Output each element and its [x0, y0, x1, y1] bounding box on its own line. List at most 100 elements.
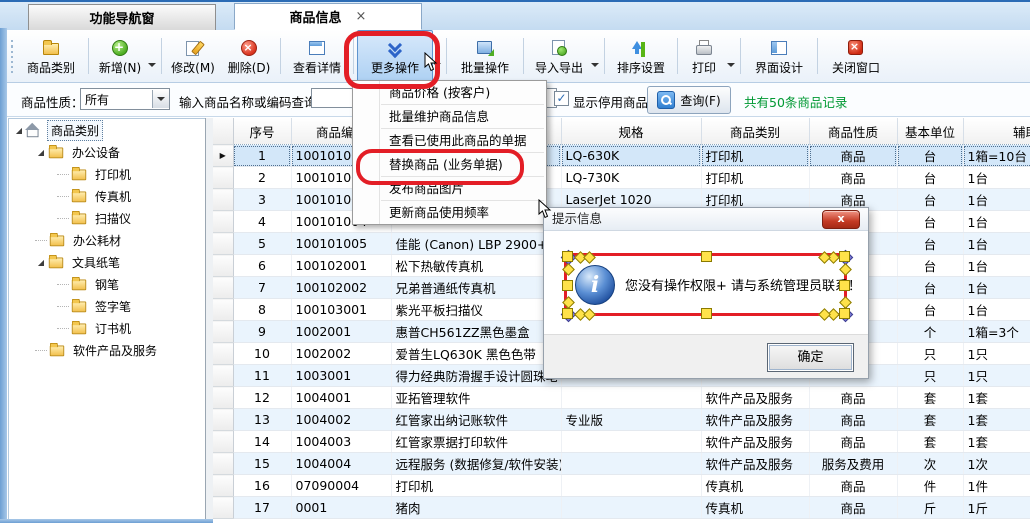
- row-selector-cell[interactable]: [213, 277, 233, 299]
- marquee-handle[interactable]: [839, 308, 850, 319]
- tree-expand-icon[interactable]: ◢: [35, 148, 47, 157]
- row-selector-cell[interactable]: [213, 387, 233, 409]
- tree-expand-icon[interactable]: ◢: [13, 126, 25, 135]
- table-cell[interactable]: 台: [897, 189, 963, 211]
- row-selector-cell[interactable]: [213, 497, 233, 519]
- table-cell[interactable]: 商品: [809, 167, 897, 189]
- dropdown-caret-icon[interactable]: [591, 63, 599, 67]
- chevron-down-icon[interactable]: [152, 90, 169, 108]
- table-cell[interactable]: 1套: [963, 387, 1030, 409]
- tree-item-钢笔[interactable]: 钢笔: [9, 273, 206, 295]
- table-cell[interactable]: 1只: [963, 343, 1030, 365]
- table-cell[interactable]: 1套: [963, 409, 1030, 431]
- table-cell[interactable]: 1003001: [291, 365, 391, 387]
- row-selector-cell[interactable]: [213, 299, 233, 321]
- row-selector-cell[interactable]: [213, 365, 233, 387]
- tree-item-文具纸笔[interactable]: ◢文具纸笔: [9, 251, 206, 273]
- table-cell[interactable]: 6: [233, 255, 291, 277]
- table-cell[interactable]: 07090004: [291, 475, 391, 497]
- table-cell[interactable]: 商品: [809, 497, 897, 519]
- marquee-handle[interactable]: [701, 251, 712, 262]
- row-selector-cell[interactable]: [213, 167, 233, 189]
- toolbar-button-12[interactable]: 关闭窗口: [821, 30, 891, 82]
- marquee-handle[interactable]: [839, 251, 850, 262]
- table-cell[interactable]: 1台: [963, 189, 1030, 211]
- tree-item-签字笔[interactable]: 签字笔: [9, 295, 206, 317]
- marquee-handle[interactable]: [701, 308, 712, 319]
- show-disabled-checkbox[interactable]: ✓: [554, 91, 569, 106]
- table-cell[interactable]: 1只: [963, 365, 1030, 387]
- marquee-handle[interactable]: [562, 308, 573, 319]
- table-cell[interactable]: 红管家出纳记账软件: [391, 409, 561, 431]
- table-cell[interactable]: 软件产品及服务: [701, 453, 809, 475]
- column-header-5[interactable]: 商品类别: [701, 118, 809, 145]
- toolbar-button-6[interactable]: 更多操作: [357, 30, 433, 82]
- table-row[interactable]: 2100101002LQ-730K打印机商品台1台: [213, 167, 1030, 189]
- column-header-4[interactable]: 规格: [561, 118, 701, 145]
- table-cell[interactable]: 服务及费用: [809, 453, 897, 475]
- table-cell[interactable]: 1004001: [291, 387, 391, 409]
- table-cell[interactable]: 8: [233, 299, 291, 321]
- table-cell[interactable]: 商品: [809, 145, 897, 167]
- table-cell[interactable]: 软件产品及服务: [701, 409, 809, 431]
- marquee-handle[interactable]: [562, 280, 573, 291]
- table-cell[interactable]: [561, 387, 701, 409]
- table-cell[interactable]: 2: [233, 167, 291, 189]
- table-cell[interactable]: 只: [897, 365, 963, 387]
- table-cell[interactable]: 佳能 (Canon) LBP 2900+ 黑: [391, 233, 561, 255]
- table-cell[interactable]: [561, 475, 701, 497]
- table-cell[interactable]: 1台: [963, 277, 1030, 299]
- query-button[interactable]: 查询(F): [647, 86, 731, 114]
- ok-button[interactable]: 确定: [767, 343, 854, 372]
- table-cell[interactable]: 5: [233, 233, 291, 255]
- toolbar-button-3[interactable]: 修改(M): [165, 30, 221, 82]
- table-cell[interactable]: [561, 453, 701, 475]
- table-cell[interactable]: 台: [897, 233, 963, 255]
- table-cell[interactable]: 红管家票据打印软件: [391, 431, 561, 453]
- toolbar-button-5[interactable]: 查看详情: [284, 30, 350, 82]
- table-cell[interactable]: 1: [233, 145, 291, 167]
- table-cell[interactable]: 软件产品及服务: [701, 431, 809, 453]
- tree-item-办公设备[interactable]: ◢办公设备: [9, 141, 206, 163]
- row-selector-cell[interactable]: [213, 431, 233, 453]
- table-cell[interactable]: 1箱=10台: [963, 145, 1030, 167]
- column-header-7[interactable]: 基本单位: [897, 118, 963, 145]
- table-cell[interactable]: 1002002: [291, 343, 391, 365]
- table-cell[interactable]: 11: [233, 365, 291, 387]
- row-selector-cell[interactable]: [213, 211, 233, 233]
- table-cell[interactable]: 13: [233, 409, 291, 431]
- table-cell[interactable]: 只: [897, 343, 963, 365]
- table-cell[interactable]: 1台: [963, 255, 1030, 277]
- table-cell[interactable]: 套: [897, 431, 963, 453]
- table-row[interactable]: 131004002红管家出纳记账软件专业版软件产品及服务商品套1套: [213, 409, 1030, 431]
- table-cell[interactable]: 商品: [809, 387, 897, 409]
- table-cell[interactable]: 15: [233, 453, 291, 475]
- toolbar-button-4[interactable]: 删除(D): [221, 30, 277, 82]
- toolbar-button-2[interactable]: 新增(N): [92, 30, 148, 82]
- table-cell[interactable]: 17: [233, 497, 291, 519]
- row-selector-cell[interactable]: [213, 409, 233, 431]
- table-row[interactable]: 1607090004打印机传真机商品件1件: [213, 475, 1030, 497]
- table-cell[interactable]: LQ-730K: [561, 167, 701, 189]
- table-cell[interactable]: 100103001: [291, 299, 391, 321]
- table-cell[interactable]: 传真机: [701, 475, 809, 497]
- tree-item-办公耗材[interactable]: 办公耗材: [9, 229, 206, 251]
- table-cell[interactable]: 1件: [963, 475, 1030, 497]
- table-cell[interactable]: 台: [897, 299, 963, 321]
- table-cell[interactable]: 1002001: [291, 321, 391, 343]
- table-cell[interactable]: [561, 497, 701, 519]
- tree-item-订书机[interactable]: 订书机: [9, 317, 206, 339]
- table-cell[interactable]: 16: [233, 475, 291, 497]
- row-selector-cell[interactable]: [213, 475, 233, 497]
- table-cell[interactable]: 7: [233, 277, 291, 299]
- dropdown-caret-icon[interactable]: [148, 63, 156, 67]
- column-header-8[interactable]: 辅助单位: [963, 118, 1030, 145]
- marquee-handle[interactable]: [562, 251, 573, 262]
- column-header-1[interactable]: 序号: [233, 118, 291, 145]
- table-cell[interactable]: 亚拓管理软件: [391, 387, 561, 409]
- table-cell[interactable]: 爱普生LQ630K 黑色色带: [391, 343, 561, 365]
- toolbar-button-7[interactable]: 批量操作: [450, 30, 520, 82]
- table-cell[interactable]: 打印机: [701, 167, 809, 189]
- table-cell[interactable]: 0001: [291, 497, 391, 519]
- table-cell[interactable]: 软件产品及服务: [701, 387, 809, 409]
